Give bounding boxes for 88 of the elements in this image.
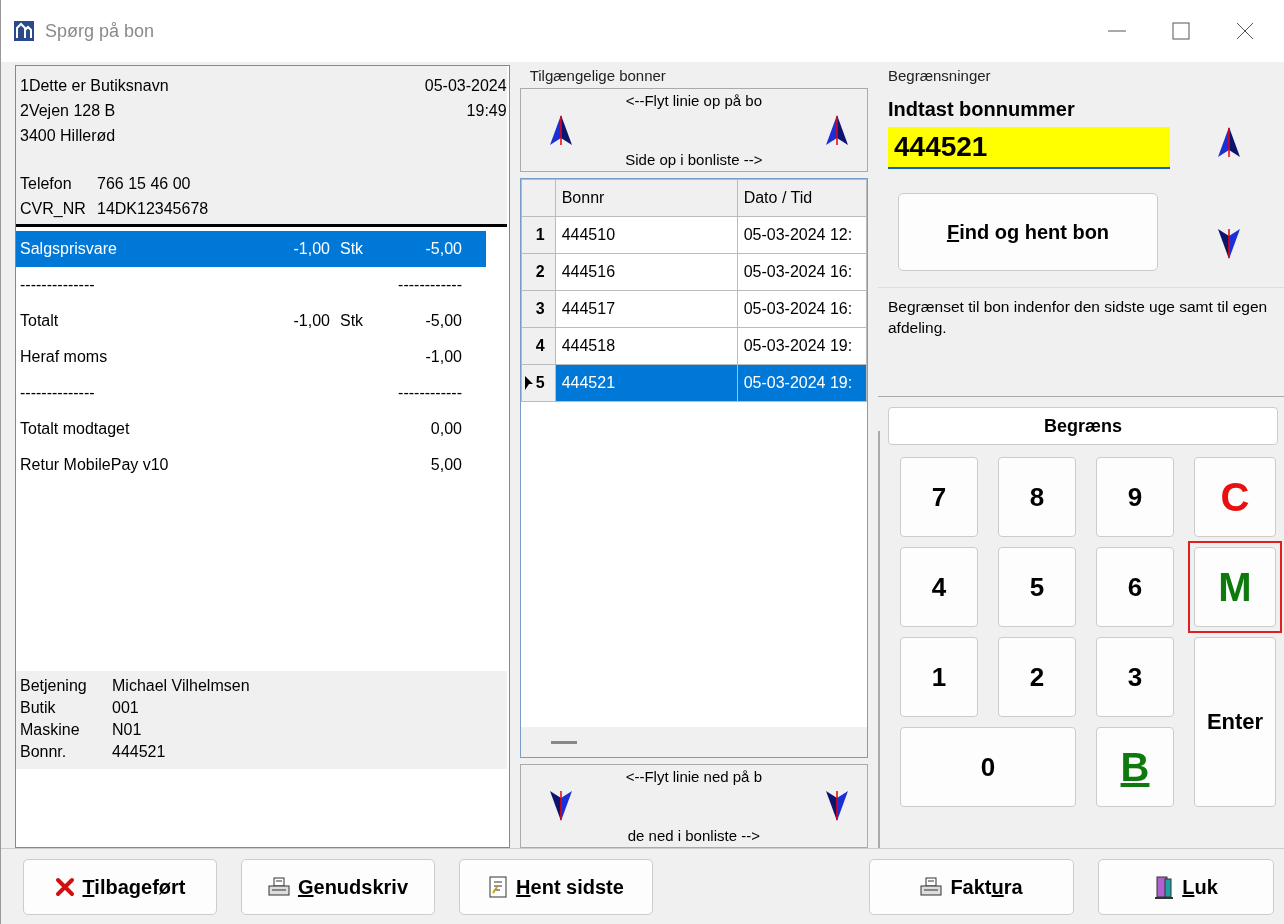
table-cell: 05-03-2024 19: (737, 327, 867, 365)
info-value: 14DK12345678 (97, 199, 209, 219)
receipt-datetime: 05-03-2024 (424, 76, 507, 96)
table-cell: 444510 (555, 216, 738, 254)
toolbar-button[interactable]: Luk (1098, 859, 1274, 915)
keypad-key[interactable]: 4 (900, 547, 978, 627)
column-header: Dato / Tid (737, 179, 867, 217)
info-value: N01 (112, 720, 142, 740)
info-label: Betjening (20, 676, 88, 696)
limit-note: Begrænset til bon indenfor den sidste uge samt til egen afdeling. (878, 287, 1284, 397)
info-value: Michael Vilhelmsen (112, 676, 250, 696)
keypad-key[interactable]: 5 (998, 547, 1076, 627)
keypad-key[interactable]: 9 (1096, 457, 1174, 537)
receipt-line[interactable]: Totalt -1,00 Stk -5,00 (16, 303, 486, 339)
keypad-key[interactable]: B (1096, 727, 1174, 807)
receipt-row[interactable]: 1 444510 05-03-2024 12: (521, 216, 867, 254)
receipt-number-field[interactable]: 444521 (888, 127, 1170, 169)
row-number: 5 (535, 374, 545, 391)
info-value: 766 15 46 00 (97, 174, 191, 194)
keypad-key[interactable]: 0 (900, 727, 1076, 807)
info-label: Bonnr. (20, 742, 68, 762)
arrow-down-icon[interactable] (826, 790, 848, 821)
row-number: 4 (535, 337, 545, 354)
arrow-up-icon[interactable] (1218, 127, 1240, 158)
keypad-key[interactable]: Enter (1194, 637, 1276, 807)
printer-icon (920, 877, 943, 897)
receipt-row[interactable]: 5 444521 05-03-2024 19: (521, 364, 867, 402)
arrow-down-icon[interactable] (549, 790, 572, 821)
document-icon (488, 876, 509, 898)
table-cell: 444517 (555, 290, 738, 328)
scroll-handle[interactable] (550, 740, 577, 744)
keypad-key[interactable]: 7 (900, 457, 978, 537)
info-label: Telefon (20, 174, 73, 194)
info-label: CVR_NR (20, 199, 87, 219)
receipt-line[interactable]: Heraf moms -1,00 (16, 339, 486, 375)
row-number: 2 (535, 263, 545, 280)
keypad-key[interactable]: 1 (900, 637, 978, 717)
table-cell: 05-03-2024 12: (737, 216, 867, 254)
receipt-line[interactable]: -------------- ------------ (16, 375, 486, 411)
current-row-icon (523, 375, 534, 391)
toolbar-button[interactable]: Tilbageført (23, 859, 217, 915)
store-info: 3400 Hillerød (20, 126, 117, 146)
row-number: 3 (535, 300, 545, 317)
table-cell: 05-03-2024 16: (737, 290, 867, 328)
column-header: Bonnr (555, 179, 738, 217)
info-label: Maskine (20, 720, 81, 740)
receipt-line[interactable]: -------------- ------------ (16, 267, 486, 303)
store-info: 2Vejen 128 B (20, 101, 117, 121)
arrow-down-icon[interactable] (1218, 228, 1240, 259)
printer-icon (267, 877, 290, 897)
group-title: Begrænsninger (887, 66, 992, 86)
arrow-up-icon[interactable] (826, 115, 848, 146)
toolbar-button[interactable]: Faktura (869, 859, 1074, 915)
keypad-key[interactable]: 2 (998, 637, 1076, 717)
app-icon (13, 20, 35, 42)
keypad-key[interactable]: M (1194, 547, 1276, 627)
row-number: 1 (535, 226, 545, 243)
table-cell: 05-03-2024 16: (737, 253, 867, 291)
table-cell: 444518 (555, 327, 738, 365)
table-cell: 444521 (555, 364, 738, 402)
receipt-row[interactable]: 3 444517 05-03-2024 16: (521, 290, 867, 328)
keypad-key[interactable]: 6 (1096, 547, 1174, 627)
table-cell: 444516 (555, 253, 738, 291)
receipt-datetime: 19:49 (466, 101, 507, 121)
find-button[interactable]: Find og hent bon (898, 193, 1158, 271)
page-down-button[interactable]: <--Flyt linie ned på b de ned i bonliste --> (519, 764, 868, 848)
keypad-key[interactable]: 3 (1096, 637, 1174, 717)
receipt-line[interactable]: Retur MobilePay v10 5,00 (16, 447, 486, 483)
close-icon (54, 877, 75, 897)
close-icon[interactable] (1236, 22, 1254, 40)
store-info: 1Dette er Butiksnavn (20, 76, 170, 96)
keypad-key[interactable]: C (1194, 457, 1276, 537)
limit-button[interactable]: Begræns (888, 407, 1278, 445)
arrow-up-icon[interactable] (549, 115, 572, 146)
info-value: 444521 (112, 742, 166, 762)
keypad-key[interactable]: 8 (998, 457, 1076, 537)
receipt-line[interactable]: Totalt modtaget 0,00 (16, 411, 486, 447)
input-label: Indtast bonnummer (888, 98, 1076, 121)
toolbar-button[interactable]: Genudskriv (241, 859, 435, 915)
toolbar-button[interactable]: Hent sidste (459, 859, 653, 915)
info-label: Butik (20, 698, 57, 718)
table-cell: 05-03-2024 19: (737, 364, 867, 402)
receipt-row[interactable]: 4 444518 05-03-2024 19: (521, 327, 867, 365)
info-value: 001 (112, 698, 139, 718)
receipt-row[interactable]: 2 444516 05-03-2024 16: (521, 253, 867, 291)
page-up-button[interactable]: <--Flyt linie op på bo Side op i bonliste --> (519, 88, 868, 172)
group-title: Tilgængelige bonner (528, 66, 667, 86)
window-title: Spørg på bon (45, 20, 156, 42)
